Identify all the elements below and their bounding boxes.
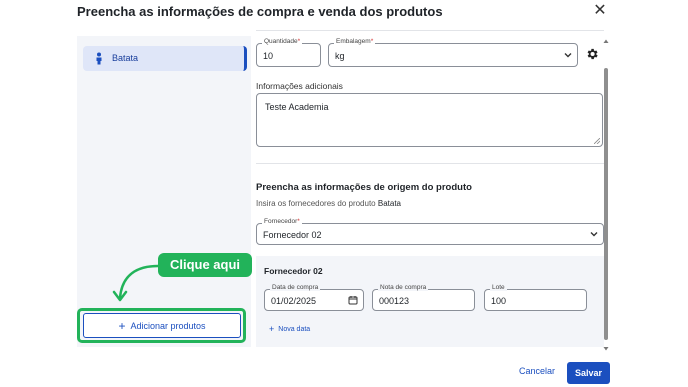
supplier-card-title: Fornecedor 02 xyxy=(264,266,323,276)
chevron-down-icon xyxy=(590,232,598,237)
curved-arrow-icon xyxy=(112,264,160,302)
sidebar-item-label: Batata xyxy=(112,53,139,63)
batch-label: Lote xyxy=(490,284,507,291)
quantity-value: 10 xyxy=(263,51,274,61)
info-label: Informações adicionais xyxy=(256,81,343,91)
content-top-edge xyxy=(256,30,604,34)
add-products-button[interactable]: + Adicionar produtos xyxy=(83,313,241,338)
quantity-label: Quantidade* xyxy=(262,38,303,45)
new-date-button[interactable]: + Nova data xyxy=(269,324,310,334)
purchase-date-field[interactable]: Data de compra 01/02/2025 xyxy=(264,284,364,311)
purchase-date-value: 01/02/2025 xyxy=(271,296,317,306)
callout-badge: Clique aqui xyxy=(158,253,252,277)
supplier-label: Fornecedor* xyxy=(262,218,302,225)
plus-icon: + xyxy=(118,318,126,333)
packaging-label: Embalagem* xyxy=(334,38,376,45)
close-icon[interactable]: ✕ xyxy=(591,3,609,21)
scroll-down-icon[interactable] xyxy=(603,346,609,352)
invoice-label: Nota de compra xyxy=(378,284,429,291)
batch-field[interactable]: Lote 100 xyxy=(484,284,587,311)
packaging-value: kg xyxy=(335,51,345,61)
section-divider xyxy=(256,163,604,164)
info-textarea[interactable]: Teste Academia xyxy=(256,93,603,147)
purchase-date-label: Data de compra xyxy=(270,284,321,291)
invoice-field[interactable]: Nota de compra 000123 xyxy=(372,284,475,311)
resize-handle-icon[interactable] xyxy=(594,138,600,144)
save-button[interactable]: Salvar xyxy=(567,362,610,384)
origin-subtitle: Insira os fornecedores do produto Batata xyxy=(256,199,402,208)
origin-title: Preencha as informações de origem do pro… xyxy=(256,182,472,193)
modal-title: Preencha as informações de compra e vend… xyxy=(77,4,443,19)
quantity-field[interactable]: Quantidade* 10 xyxy=(256,38,321,67)
supplier-card: Fornecedor 02 Data de compra 01/02/2025 … xyxy=(256,256,604,347)
supplier-value: Fornecedor 02 xyxy=(263,230,322,240)
batch-value: 100 xyxy=(491,296,507,306)
packaging-select[interactable]: Embalagem* kg xyxy=(328,38,578,67)
new-date-label: Nova data xyxy=(278,325,311,333)
invoice-value: 000123 xyxy=(379,296,410,306)
calendar-icon[interactable] xyxy=(348,295,358,305)
supplier-select[interactable]: Fornecedor* Fornecedor 02 xyxy=(256,218,604,245)
gear-icon[interactable] xyxy=(585,47,599,61)
sidebar-item-batata[interactable]: Batata xyxy=(83,46,247,71)
scroll-thumb[interactable] xyxy=(604,68,608,340)
person-icon xyxy=(96,52,102,65)
chevron-down-icon xyxy=(564,53,572,58)
cancel-button[interactable]: Cancelar xyxy=(519,366,555,376)
product-sidebar: Batata xyxy=(77,36,251,347)
add-products-label: Adicionar produtos xyxy=(130,320,206,331)
info-value: Teste Academia xyxy=(265,102,329,112)
scroll-up-icon[interactable] xyxy=(603,38,609,44)
plus-icon: + xyxy=(269,324,275,334)
